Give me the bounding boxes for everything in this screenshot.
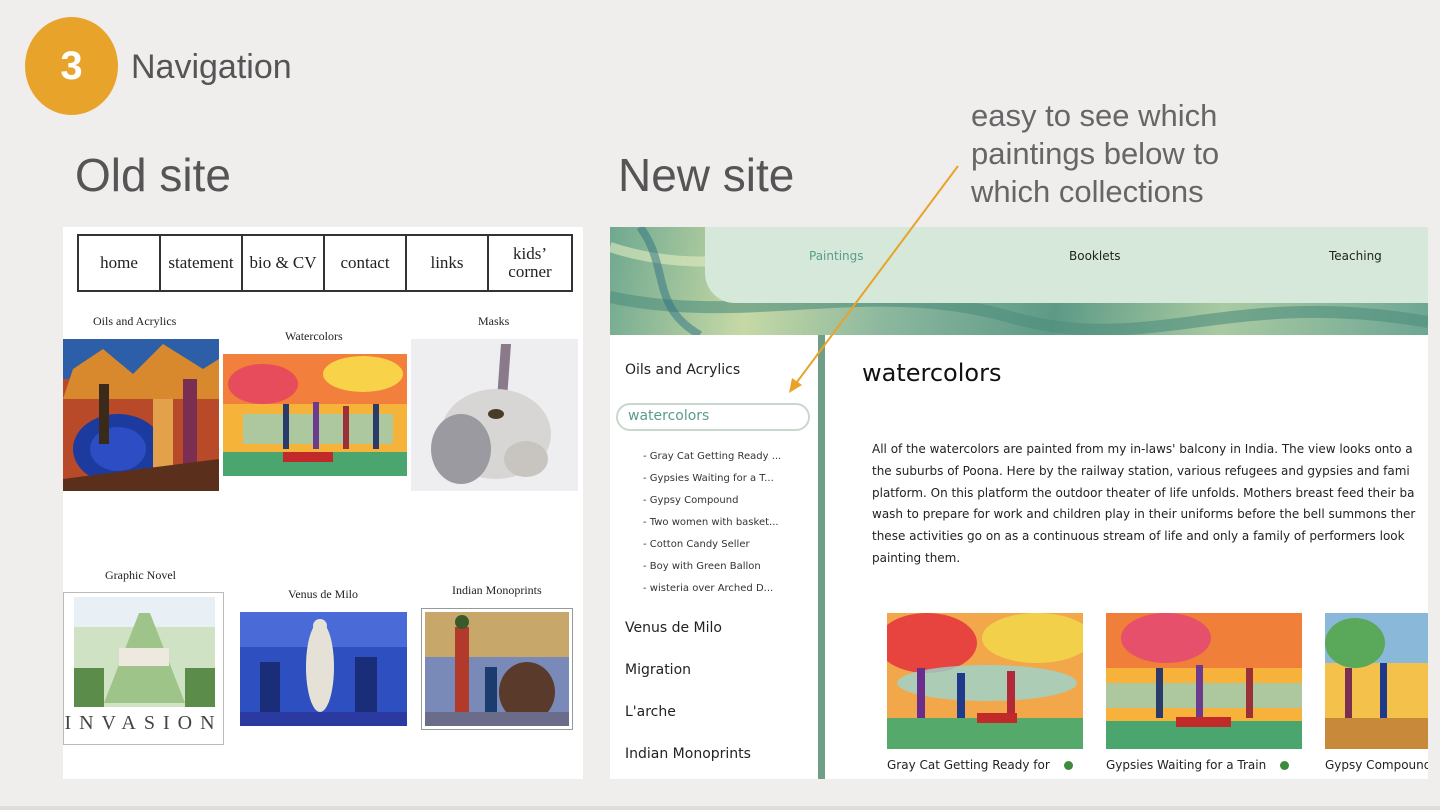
old-label-indian[interactable]: Indian Monoprints: [452, 583, 542, 598]
sidebar-item-indian[interactable]: Indian Monoprints: [625, 746, 751, 762]
old-site-nav: home statement bio & CV contact links ki…: [77, 234, 573, 292]
old-label-watercolors[interactable]: Watercolors: [285, 329, 343, 344]
old-label-graphic-novel[interactable]: Graphic Novel: [105, 568, 176, 583]
tab-booklets[interactable]: Booklets: [1069, 249, 1121, 263]
availability-dot-icon: [1280, 760, 1290, 770]
slide-bottom-border: [0, 806, 1440, 810]
old-nav-kids-corner[interactable]: kids’ corner: [489, 236, 571, 290]
old-label-masks[interactable]: Masks: [478, 314, 509, 329]
old-nav-contact[interactable]: contact: [325, 236, 407, 290]
sub-item-boy-green-ballon[interactable]: - Boy with Green Ballon: [643, 561, 761, 572]
new-site-heading: New site: [618, 149, 795, 201]
tab-teaching[interactable]: Teaching: [1329, 249, 1382, 263]
painting-caption[interactable]: Gypsies Waiting for a Train: [1106, 758, 1266, 772]
sidebar-item-oils[interactable]: Oils and Acrylics: [625, 362, 740, 378]
sidebar-item-migration[interactable]: Migration: [625, 662, 691, 678]
old-site-screenshot: home statement bio & CV contact links ki…: [63, 227, 583, 779]
old-oils-thumbnail[interactable]: [63, 339, 219, 491]
painting-thumbnail[interactable]: [887, 613, 1083, 749]
painting-card[interactable]: Gypsies Waiting for a Train: [1106, 613, 1302, 772]
painting-caption[interactable]: Gypsy Compound: [1325, 758, 1428, 772]
old-nav-home[interactable]: home: [79, 236, 161, 290]
sub-item-cotton-candy[interactable]: - Cotton Candy Seller: [643, 539, 750, 550]
description-line: these activities go on as a continuous s…: [872, 529, 1405, 544]
painting-caption[interactable]: Gray Cat Getting Ready for: [887, 758, 1050, 772]
sub-item-gypsy-compound[interactable]: - Gypsy Compound: [643, 495, 738, 506]
old-label-oils[interactable]: Oils and Acrylics: [93, 314, 176, 329]
description-line: platform. On this platform the outdoor t…: [872, 485, 1415, 500]
top-navigation: Paintings Booklets Teaching: [705, 227, 1428, 303]
collection-description: All of the watercolors are painted from …: [872, 439, 1428, 570]
old-site-heading: Old site: [75, 149, 231, 201]
step-badge: 3: [25, 17, 118, 115]
painting-card[interactable]: Gray Cat Getting Ready for: [887, 613, 1083, 772]
page-title: watercolors: [862, 359, 1002, 387]
availability-dot-icon: [1063, 760, 1073, 770]
old-graphic-novel-thumbnail[interactable]: INVASION: [63, 592, 224, 745]
sub-item-wisteria[interactable]: - wisteria over Arched D...: [643, 583, 773, 594]
old-watercolors-thumbnail[interactable]: [223, 354, 407, 476]
old-nav-links[interactable]: links: [407, 236, 489, 290]
old-masks-thumbnail[interactable]: [411, 339, 578, 491]
old-venus-thumbnail[interactable]: [240, 612, 407, 726]
sub-item-gray-cat[interactable]: - Gray Cat Getting Ready ...: [643, 451, 781, 462]
old-label-venus[interactable]: Venus de Milo: [288, 587, 358, 602]
description-line: All of the watercolors are painted from …: [872, 442, 1413, 456]
painting-thumbnail[interactable]: [1106, 613, 1302, 749]
sub-item-gypsies-waiting[interactable]: - Gypsies Waiting for a T...: [643, 473, 774, 484]
sidebar-item-larche[interactable]: L'arche: [625, 704, 676, 720]
painting-thumbnail[interactable]: [1325, 613, 1428, 749]
sidebar-divider: [818, 335, 825, 779]
new-site-screenshot: Paintings Booklets Teaching Oils and Acr…: [610, 227, 1428, 779]
old-nav-bio[interactable]: bio & CV: [243, 236, 325, 290]
sidebar-item-watercolors[interactable]: watercolors: [616, 403, 810, 431]
callout-text: easy to see which paintings below to whi…: [971, 98, 1220, 209]
tab-paintings[interactable]: Paintings: [809, 249, 864, 263]
description-line: wash to prepare for work and children pl…: [872, 507, 1416, 522]
slide-title: Navigation: [131, 48, 292, 86]
old-indian-thumbnail[interactable]: [421, 608, 573, 730]
sub-item-two-women[interactable]: - Two women with basket...: [643, 517, 779, 528]
graphic-novel-caption: INVASION: [64, 712, 223, 734]
painting-card[interactable]: Gypsy Compound: [1325, 613, 1428, 772]
description-line: the suburbs of Poona. Here by the railwa…: [872, 463, 1410, 478]
old-nav-statement[interactable]: statement: [161, 236, 243, 290]
description-line: painting them.: [872, 550, 961, 565]
sidebar-item-venus[interactable]: Venus de Milo: [625, 620, 722, 636]
